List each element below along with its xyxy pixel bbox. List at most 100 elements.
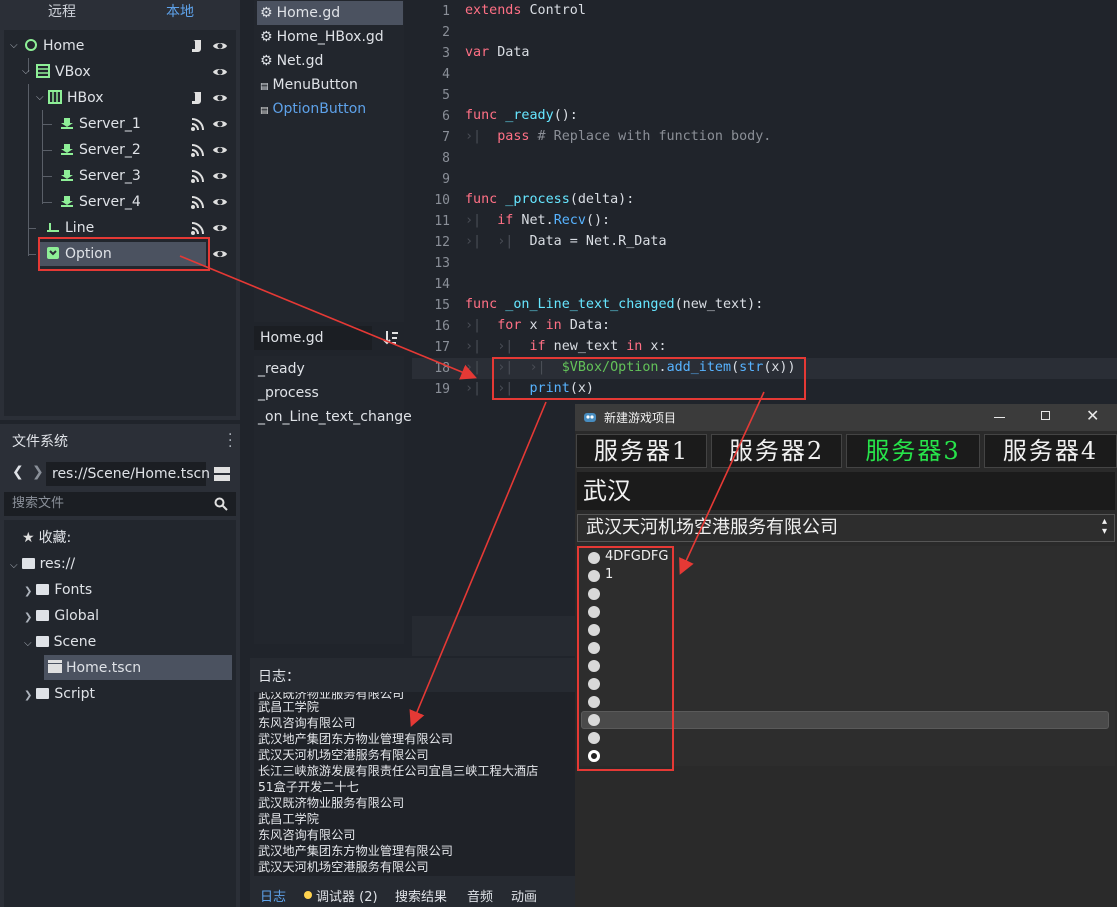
tab-filesystem[interactable]: 文件系统 — [0, 428, 76, 456]
script-item-optionbutton[interactable]: ▤ OptionButton — [256, 98, 404, 120]
control-node-icon — [25, 39, 37, 51]
tab-audio[interactable]: 音频 — [467, 886, 493, 905]
log-line: 武汉天河机场空港服务有限公司 — [258, 860, 429, 874]
root-label: res:// — [39, 556, 76, 572]
line-edit-input[interactable]: 武汉 — [577, 472, 1115, 510]
log-output[interactable]: 武汉既济物业服务有限公司 武昌工学院 东风咨询有限公司 武汉地产集团东方物业管理… — [254, 692, 576, 876]
res-root-row[interactable]: ⌵ res:// — [10, 552, 75, 576]
search-icon — [214, 497, 228, 511]
tree-node-label: VBox — [55, 64, 91, 80]
tab-debugger[interactable]: 调试器 (2) — [316, 886, 378, 905]
tree-node-line[interactable]: Line — [46, 217, 94, 239]
method-item[interactable]: _on_Line_text_changed — [258, 405, 421, 429]
button-node-icon — [61, 118, 73, 129]
button-node-icon — [61, 144, 73, 155]
folder-scene[interactable]: ⌵ Scene — [24, 630, 96, 654]
maximize-icon[interactable] — [1041, 411, 1050, 420]
path-field[interactable]: res://Scene/Home.tscn — [46, 462, 210, 486]
line-number: 19 — [434, 382, 450, 397]
back-icon[interactable]: ❮ — [12, 464, 24, 480]
tab-search-results[interactable]: 搜索结果 — [395, 886, 447, 905]
line-number: 14 — [434, 277, 450, 292]
tree-node-vbox[interactable]: VBox — [36, 61, 91, 83]
minimize-icon[interactable] — [994, 417, 1005, 418]
debugger-dot-icon — [304, 891, 312, 899]
script-item-net-gd[interactable]: ⚙ Net.gd — [256, 50, 404, 72]
line-number: 11 — [434, 214, 450, 229]
annotation-box-popup-items — [577, 546, 674, 771]
method-item[interactable]: _ready — [258, 357, 305, 381]
visibility-eye-icon[interactable] — [212, 194, 228, 210]
visibility-eye-icon[interactable] — [212, 142, 228, 158]
folder-script[interactable]: ❯ Script — [24, 682, 95, 706]
chevron-right-icon: ❯ — [24, 612, 33, 623]
visibility-eye-icon[interactable] — [212, 220, 228, 236]
tree-node-server-4[interactable]: Server_4 — [60, 191, 141, 213]
server-3-button[interactable]: 服务器3 — [846, 434, 980, 468]
code-line-1: extends Control — [465, 3, 586, 18]
chevron-down-icon: ⌵ — [24, 638, 32, 649]
tree-node-server-1[interactable]: Server_1 — [60, 113, 141, 135]
signal-icon[interactable] — [190, 220, 206, 236]
file-search-input[interactable]: 搜索文件 — [4, 492, 236, 516]
script-item-label: Home.gd — [276, 5, 341, 21]
favorites-row[interactable]: ★ 收藏: — [22, 526, 71, 550]
script-item-label: OptionButton — [272, 101, 367, 117]
script-icon[interactable] — [189, 38, 205, 54]
panel-menu-icon[interactable]: · · · — [228, 428, 232, 454]
folder-fonts[interactable]: ❯ Fonts — [24, 578, 92, 602]
file-home-tscn[interactable]: Home.tscn — [48, 656, 141, 680]
signal-icon[interactable] — [190, 142, 206, 158]
hbox-icon — [48, 90, 62, 104]
tab-remote[interactable]: 远程 — [0, 0, 124, 26]
script-item-home-gd[interactable]: ⚙ Home.gd — [256, 2, 404, 24]
collapse-vbox-icon[interactable]: ⌵ — [22, 67, 32, 77]
line-number: 15 — [434, 298, 450, 313]
visibility-eye-icon[interactable] — [212, 38, 228, 54]
script-icon[interactable] — [189, 90, 205, 106]
collapse-home-icon[interactable]: ⌵ — [10, 41, 20, 51]
tab-local[interactable]: 本地 — [124, 0, 236, 26]
annotation-box-option-node — [38, 237, 210, 271]
method-item[interactable]: _process — [258, 381, 319, 405]
tree-node-hbox[interactable]: HBox — [48, 87, 104, 109]
lineedit-icon — [47, 223, 59, 232]
line-number: 8 — [442, 151, 450, 166]
tree-node-label: Server_2 — [79, 142, 141, 158]
gear-icon: ⚙ — [260, 53, 273, 69]
signal-icon[interactable] — [190, 168, 206, 184]
tree-node-home[interactable]: Home — [24, 35, 84, 57]
visibility-eye-icon[interactable] — [212, 90, 228, 106]
tab-output[interactable]: 日志 — [260, 886, 286, 905]
tree-node-label: Server_1 — [79, 116, 141, 132]
server-2-button[interactable]: 服务器2 — [711, 434, 842, 468]
sort-icon[interactable] — [383, 330, 399, 346]
tree-node-server-2[interactable]: Server_2 — [60, 139, 141, 161]
visibility-eye-icon[interactable] — [212, 168, 228, 184]
script-item-home-hbox-gd[interactable]: ⚙ Home_HBox.gd — [256, 26, 404, 48]
server-1-button[interactable]: 服务器1 — [576, 434, 707, 468]
visibility-eye-icon[interactable] — [212, 116, 228, 132]
visibility-eye-icon[interactable] — [212, 246, 228, 262]
signal-icon[interactable] — [190, 194, 206, 210]
folder-global[interactable]: ❯ Global — [24, 604, 99, 628]
visibility-eye-icon[interactable] — [212, 64, 228, 80]
tab-animation[interactable]: 动画 — [511, 886, 537, 905]
bottom-tabs: 日志 调试器 (2) 搜索结果 音频 动画 — [250, 882, 578, 907]
signal-icon[interactable] — [190, 116, 206, 132]
annotation-box-add-item-code — [492, 357, 806, 400]
collapse-hbox-icon[interactable]: ⌵ — [36, 93, 46, 103]
script-item-menubutton[interactable]: ▤ MenuButton — [256, 74, 404, 96]
code-line-12: ›| ›| Data = Net.R_Data — [465, 234, 667, 249]
close-icon[interactable]: ✕ — [1086, 406, 1099, 425]
tree-node-server-3[interactable]: Server_3 — [60, 165, 141, 187]
split-view-icon[interactable] — [214, 466, 230, 482]
option-button[interactable]: 武汉天河机场空港服务有限公司 — [577, 514, 1115, 542]
methods-filter[interactable]: Home.gd — [254, 326, 372, 350]
line-number: 13 — [434, 256, 450, 271]
forward-icon[interactable]: ❯ — [32, 464, 44, 480]
tree-node-label: Home — [43, 38, 85, 54]
chevron-right-icon: ❯ — [24, 586, 33, 597]
folder-icon — [36, 584, 50, 595]
server-4-button[interactable]: 服务器4 — [984, 434, 1117, 468]
